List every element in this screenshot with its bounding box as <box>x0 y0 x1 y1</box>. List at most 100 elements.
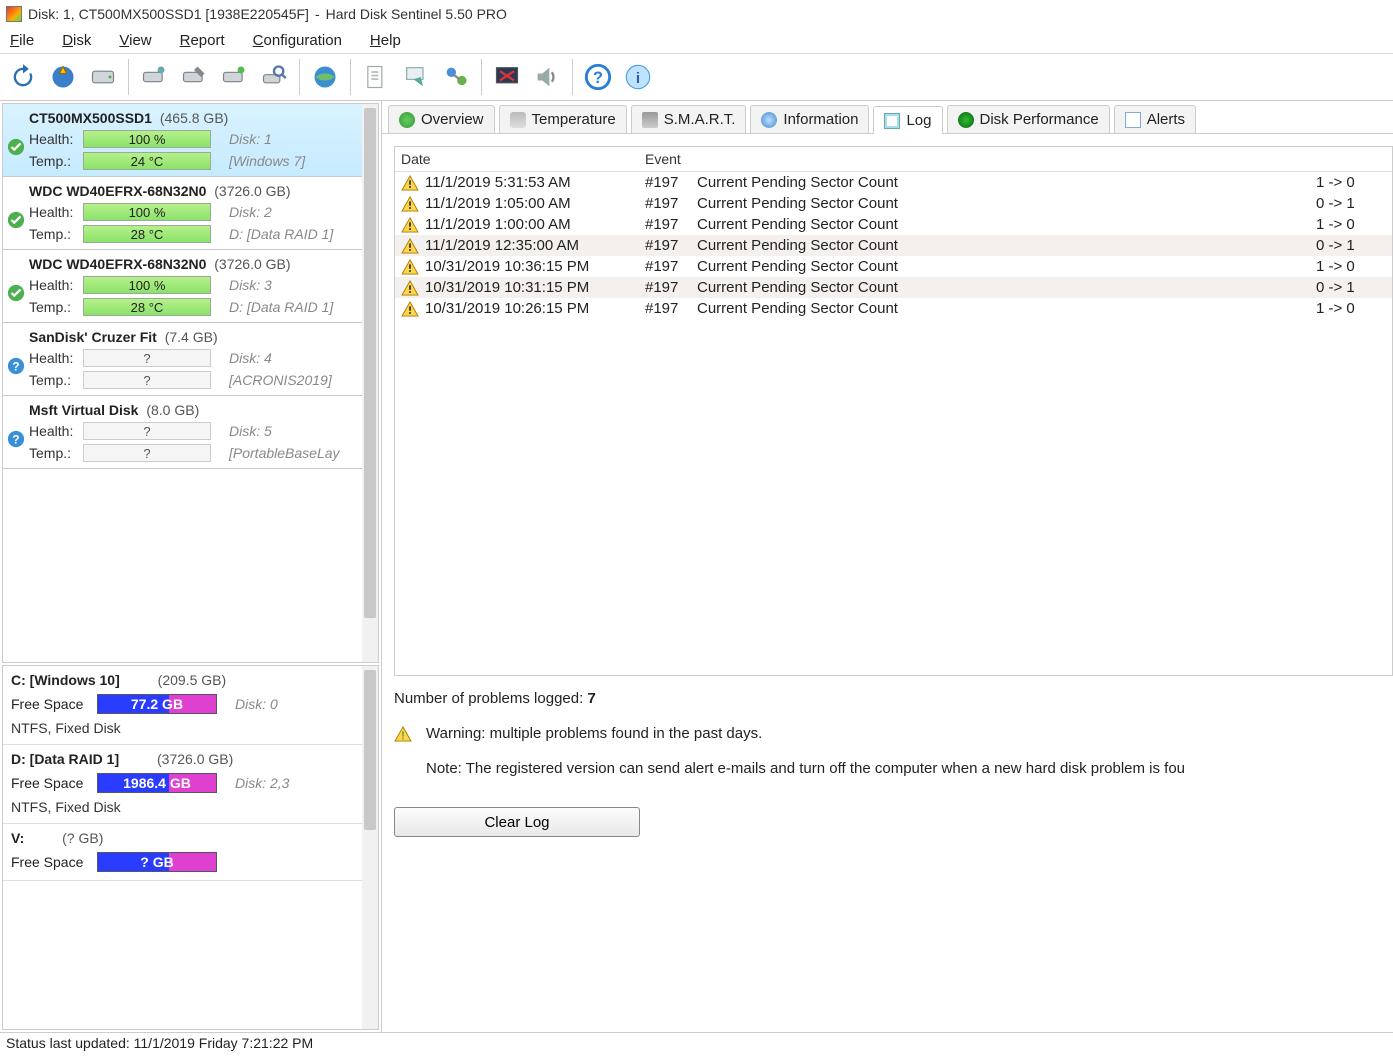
disk-item[interactable]: WDC WD40EFRX-68N32N0 (3726.0 GB) Health:… <box>3 250 362 323</box>
temp-label: Temp.: <box>29 299 83 315</box>
log-id: #197 <box>645 237 697 254</box>
perf-icon <box>958 112 974 128</box>
health-label: Health: <box>29 277 83 293</box>
window-title-disk: Disk: 1, CT500MX500SSD1 [1938E220545F] <box>28 6 309 22</box>
tab-perf[interactable]: Disk Performance <box>947 105 1110 133</box>
drive-button[interactable] <box>84 58 122 96</box>
tab-label: Temperature <box>532 111 616 128</box>
send-report-button[interactable] <box>397 58 435 96</box>
tab-alerts[interactable]: Alerts <box>1114 105 1196 133</box>
partition-item[interactable]: C: [Windows 10] (209.5 GB) Free Space 77… <box>3 666 362 745</box>
disk-item[interactable]: ? Msft Virtual Disk (8.0 GB) Health: ? D… <box>3 396 362 469</box>
document-button[interactable] <box>357 58 395 96</box>
log-change: 1 -> 0 <box>1316 216 1386 233</box>
svg-text:?: ? <box>593 69 603 87</box>
menu-configuration[interactable]: Configuration <box>253 32 342 49</box>
free-space-label: Free Space <box>11 696 97 712</box>
log-row[interactable]: 11/1/2019 12:35:00 AM #197 Current Pendi… <box>395 235 1392 256</box>
window-title-app: Hard Disk Sentinel 5.50 PRO <box>326 6 507 22</box>
log-note: Note: The registered version can send al… <box>426 760 1393 777</box>
health-bar: 100 % <box>83 276 211 294</box>
warning-icon <box>401 175 419 191</box>
disk-item[interactable]: CT500MX500SSD1 (465.8 GB) Health: 100 % … <box>3 104 362 177</box>
warn-globe-button[interactable] <box>44 58 82 96</box>
log-row[interactable]: 10/31/2019 10:36:15 PM #197 Current Pend… <box>395 256 1392 277</box>
log-date: 11/1/2019 1:05:00 AM <box>425 195 645 212</box>
disk-number: Disk: 2 <box>229 204 272 220</box>
partition-format: NTFS, Fixed Disk <box>11 799 354 815</box>
disk-volume-label: D: [Data RAID 1] <box>229 226 333 242</box>
log-row[interactable]: 11/1/2019 1:00:00 AM #197 Current Pendin… <box>395 214 1392 235</box>
partition-item[interactable]: V: (? GB) Free Space ? GB <box>3 824 362 881</box>
log-id: #197 <box>645 216 697 233</box>
log-event: Current Pending Sector Count <box>697 258 1316 275</box>
tab-information[interactable]: Information <box>750 105 869 133</box>
window-titlebar: Disk: 1, CT500MX500SSD1 [1938E220545F] -… <box>0 0 1393 28</box>
help-button[interactable]: ? <box>579 58 617 96</box>
partition-size: (? GB) <box>62 830 103 846</box>
temp-label: Temp.: <box>29 153 83 169</box>
log-summary-count: 7 <box>587 690 595 707</box>
clear-log-button[interactable]: Clear Log <box>394 807 640 837</box>
disk-tool-1-button[interactable] <box>135 58 173 96</box>
log-row[interactable]: 10/31/2019 10:31:15 PM #197 Current Pend… <box>395 277 1392 298</box>
log-id: #197 <box>645 279 697 296</box>
menu-help[interactable]: Help <box>370 32 401 49</box>
warning-icon <box>401 217 419 233</box>
log-change: 0 -> 1 <box>1316 237 1386 254</box>
menu-disk[interactable]: Disk <box>62 32 91 49</box>
tab-label: Log <box>906 112 931 129</box>
network-button[interactable] <box>437 58 475 96</box>
tab-log[interactable]: Log <box>873 106 942 134</box>
log-id: #197 <box>645 300 697 317</box>
free-space-bar: 77.2 GB <box>97 694 217 714</box>
partition-diskno: Disk: 2,3 <box>235 775 289 791</box>
monitor-cross-button[interactable] <box>488 58 526 96</box>
disk-item[interactable]: WDC WD40EFRX-68N32N0 (3726.0 GB) Health:… <box>3 177 362 250</box>
tab-label: Alerts <box>1147 111 1185 128</box>
log-row[interactable]: 11/1/2019 1:05:00 AM #197 Current Pendin… <box>395 193 1392 214</box>
disk-list-scrollbar[interactable] <box>362 104 378 662</box>
status-unknown-icon: ? <box>7 357 25 375</box>
disk-item[interactable]: ? SanDisk' Cruzer Fit (7.4 GB) Health: ?… <box>3 323 362 396</box>
menu-file[interactable]: File <box>10 32 34 49</box>
tab-overview[interactable]: Overview <box>388 105 495 133</box>
partition-list-scrollbar[interactable] <box>362 666 378 1029</box>
disk-size: (3726.0 GB) <box>214 256 290 272</box>
disk-name: Msft Virtual Disk <box>29 402 138 418</box>
log-id: #197 <box>645 195 697 212</box>
log-change: 0 -> 1 <box>1316 195 1386 212</box>
log-warning: Warning: multiple problems found in the … <box>394 725 1393 742</box>
about-button[interactable]: i <box>619 58 657 96</box>
health-label: Health: <box>29 204 83 220</box>
sound-button[interactable] <box>528 58 566 96</box>
disk-tool-3-button[interactable] <box>215 58 253 96</box>
log-date: 10/31/2019 10:26:15 PM <box>425 300 645 317</box>
globe-button[interactable] <box>306 58 344 96</box>
tab-temperature[interactable]: Temperature <box>499 105 627 133</box>
log-col-event[interactable]: Event <box>645 151 1386 167</box>
menu-report[interactable]: Report <box>180 32 225 49</box>
refresh-button[interactable] <box>4 58 42 96</box>
disk-search-button[interactable] <box>255 58 293 96</box>
health-bar: 100 % <box>83 130 211 148</box>
log-row[interactable]: 11/1/2019 5:31:53 AM #197 Current Pendin… <box>395 172 1392 193</box>
log-col-date[interactable]: Date <box>401 151 645 167</box>
disk-name: SanDisk' Cruzer Fit <box>29 329 157 345</box>
menubar: File Disk View Report Configuration Help <box>0 28 1393 53</box>
warning-icon <box>401 238 419 254</box>
log-row[interactable]: 10/31/2019 10:26:15 PM #197 Current Pend… <box>395 298 1392 319</box>
disk-tool-2-button[interactable] <box>175 58 213 96</box>
tab-smart[interactable]: S.M.A.R.T. <box>631 105 747 133</box>
log-id: #197 <box>645 258 697 275</box>
partition-size: (3726.0 GB) <box>157 751 233 767</box>
log-table: Date Event 11/1/2019 5:31:53 AM #197 Cur… <box>394 146 1393 676</box>
scrollbar-thumb[interactable] <box>364 108 376 618</box>
menu-view[interactable]: View <box>119 32 151 49</box>
health-label: Health: <box>29 350 83 366</box>
log-icon <box>884 113 900 129</box>
log-header: Date Event <box>395 147 1392 172</box>
free-space-label: Free Space <box>11 775 97 791</box>
partition-item[interactable]: D: [Data RAID 1] (3726.0 GB) Free Space … <box>3 745 362 824</box>
scrollbar-thumb[interactable] <box>364 670 376 830</box>
